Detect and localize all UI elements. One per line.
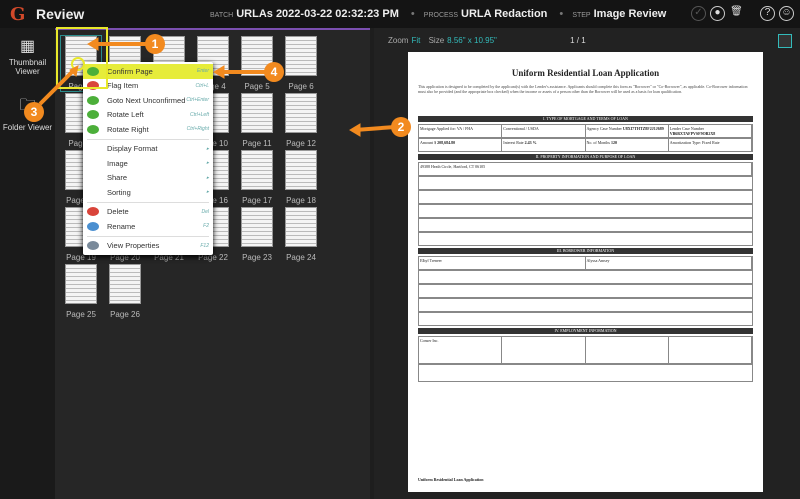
user-icon[interactable]: ☺ [779,6,794,21]
thumbnail-image [241,93,273,133]
page-label: Page 6 [288,82,314,91]
thumbnail-image [285,150,317,190]
thumbnail-viewer-button[interactable]: ▦ Thumbnail Viewer [0,28,55,86]
page-thumbnail[interactable]: Page 25 [61,264,101,319]
check-icon [87,66,99,76]
menu-item-flag-item[interactable]: Flag Item Ctrl+L [83,79,213,94]
blank-icon [87,173,99,182]
page-thumbnail[interactable]: Page 18 [281,150,321,205]
rotate-right-icon [87,124,99,134]
app-logo: G [10,3,26,25]
flag-icon [87,81,99,91]
page-label: Page 17 [242,196,272,205]
page-title: Review [36,6,85,22]
page-size: 8.56" x 10.95" [447,36,497,45]
grid-icon: ▦ [19,38,36,55]
batch-value: URLAs 2022-03-22 02:32:23 PM [236,8,399,20]
step-value: Image Review [593,8,667,20]
page-label: Page 11 [242,139,272,148]
page-label: Page 24 [286,253,316,262]
app-header: G Review BATCH URLAs 2022-03-22 02:32:23 … [0,0,800,28]
page-thumbnail[interactable]: Page 5 [237,36,277,91]
menu-item-rotate-right[interactable]: Rotate Right Ctrl+Right [83,122,213,137]
process-value: URLA Redaction [461,8,548,20]
rotate-left-icon [87,110,99,120]
thumbnail-image [285,36,317,76]
image-viewer: Zoom Fit Size 8.56" x 10.95" 1 / 1 Uniform… [374,28,800,499]
menu-item-rotate-left[interactable]: Rotate Left Ctrl+Left [83,108,213,123]
thumbnail-image [241,36,273,76]
left-rail: ▦ Thumbnail Viewer 🗀 Folder Viewer [0,28,55,499]
menu-item-share[interactable]: Share ▸ [83,171,213,186]
page-number-input[interactable]: 1 [570,36,574,45]
page-thumbnail[interactable]: Page 6 [281,36,321,91]
menu-item-image[interactable]: Image ▸ [83,156,213,171]
page-label: Page 23 [242,253,272,262]
viewer-toolbar: Zoom Fit Size 8.56" x 10.95" 1 / 1 [374,28,800,52]
thumbnail-image [285,93,317,133]
menu-item-rename[interactable]: Rename F2 [83,219,213,234]
rename-icon [87,221,99,231]
menu-item-delete[interactable]: Delete Del [83,205,213,220]
zoom-fit[interactable]: Fit [411,36,420,45]
trash-icon[interactable]: 🗑 [729,6,744,21]
page-label: Page 5 [244,82,270,91]
page-label: Page 12 [286,139,316,148]
page-thumbnail[interactable]: Page 17 [237,150,277,205]
document-page: Uniform Residential Loan Application Thi… [408,52,763,492]
folder-viewer-button[interactable]: 🗀 Folder Viewer [0,86,55,144]
stop-icon[interactable]: ● [710,6,725,21]
panel-toggle-icon[interactable] [778,34,792,48]
menu-item-goto-next-unconfirmed[interactable]: Goto Next Unconfirmed Ctrl+Enter [83,93,213,108]
page-thumbnail[interactable]: Page 12 [281,93,321,148]
batch-info: BATCH URLAs 2022-03-22 02:32:23 PM • PROCE… [210,8,667,20]
menu-item-confirm-page[interactable]: Confirm Page Enter [83,64,213,79]
page-label: Page 18 [286,196,316,205]
complete-icon[interactable]: ✓ [691,6,706,21]
page-label: Page 25 [66,310,96,319]
next-icon [87,95,99,105]
page-thumbnail[interactable]: Page 11 [237,93,277,148]
blank-icon [87,188,99,197]
menu-separator [87,235,209,237]
delete-icon [87,207,99,217]
page-label: Page 26 [110,310,140,319]
menu-item-sorting[interactable]: Sorting ▸ [83,185,213,200]
thumbnail-image [241,150,273,190]
thumbnail-image [285,207,317,247]
menu-item-view-properties[interactable]: View Properties F12 [83,239,213,254]
help-icon[interactable]: ? [760,6,775,21]
context-menu: Confirm Page Enter Flag Item Ctrl+L Goto Nex… [83,62,213,255]
properties-icon [87,241,99,251]
thumbnail-image [65,264,97,304]
page-thumbnail[interactable]: Page 23 [237,207,277,262]
blank-icon [87,159,99,168]
page-thumbnail[interactable]: Page 26 [105,264,145,319]
menu-item-display-format[interactable]: Display Format ▸ [83,142,213,157]
menu-separator [87,201,209,203]
folder-icon: 🗀 [19,97,36,114]
thumbnail-image [109,264,141,304]
menu-separator [87,138,209,140]
thumbnail-image [241,207,273,247]
page-thumbnail[interactable]: Page 24 [281,207,321,262]
blank-icon [87,144,99,153]
